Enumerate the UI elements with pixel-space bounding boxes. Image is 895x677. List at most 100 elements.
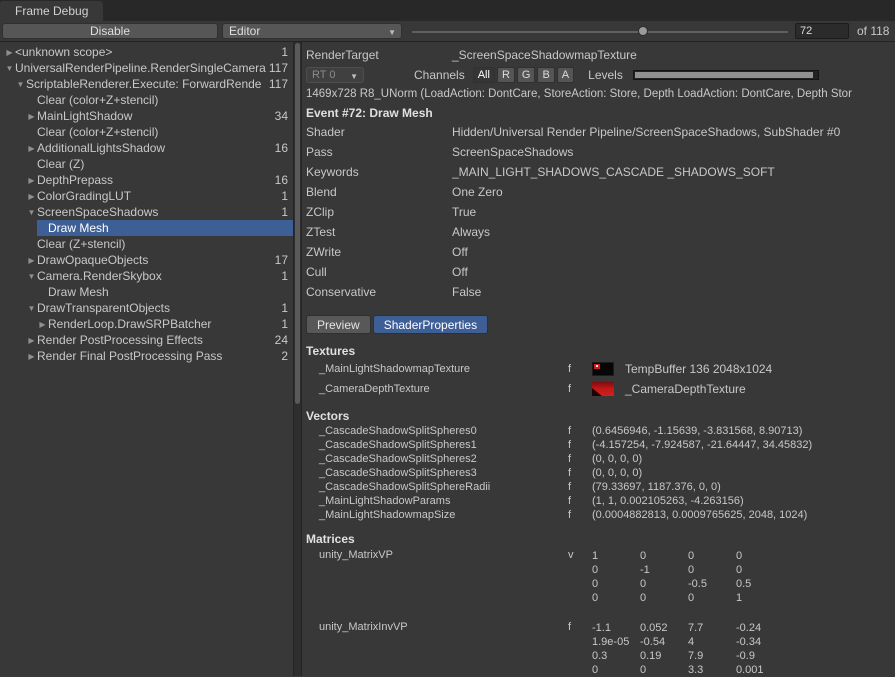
matrix-cell: 0.19 bbox=[640, 649, 688, 663]
tree-item-label: Render PostProcessing Effects bbox=[37, 333, 275, 347]
foldout-collapsed-icon[interactable]: ▶ bbox=[37, 320, 48, 329]
matrix-cell: 0.001 bbox=[736, 663, 784, 676]
vector-value: (79.33697, 1187.376, 0, 0) bbox=[592, 481, 721, 493]
foldout-collapsed-icon[interactable]: ▶ bbox=[26, 352, 37, 361]
frame-number-input[interactable] bbox=[795, 23, 849, 39]
tree-item[interactable]: Clear (color+Z+stencil) bbox=[0, 124, 293, 140]
texture-type: f bbox=[568, 363, 592, 375]
disable-button[interactable]: Disable bbox=[2, 23, 218, 39]
vector-row: _CascadeShadowSplitSpheres0f(0.6456946, … bbox=[306, 424, 895, 438]
tab-shaderproperties[interactable]: ShaderProperties bbox=[373, 315, 488, 334]
rt-index-dropdown[interactable]: RT 0 ▼ bbox=[306, 67, 364, 83]
tree-item[interactable]: ▼UniversalRenderPipeline.RenderSingleCam… bbox=[0, 60, 293, 76]
foldout-collapsed-icon[interactable]: ▶ bbox=[26, 176, 37, 185]
tree-item[interactable]: ▼ScriptableRenderer.Execute: ForwardRend… bbox=[0, 76, 293, 92]
channel-all-button[interactable]: All bbox=[473, 67, 495, 83]
tree-item[interactable]: ▶Render PostProcessing Effects24 bbox=[0, 332, 293, 348]
vector-name: _CascadeShadowSplitSpheres0 bbox=[306, 425, 568, 437]
tree-item[interactable]: ▶ColorGradingLUT1 bbox=[0, 188, 293, 204]
channel-b-button[interactable]: B bbox=[537, 67, 554, 83]
frame-slider-track[interactable] bbox=[412, 31, 788, 33]
frame-debugger-window: Frame Debug Disable Editor ▼ of 118 ▶<un… bbox=[0, 0, 895, 677]
texture-thumbnail[interactable] bbox=[592, 382, 614, 396]
property-label: Blend bbox=[306, 185, 452, 199]
tree-item-label: Camera.RenderSkybox bbox=[37, 269, 281, 283]
tree-item[interactable]: ▶Render Final PostProcessing Pass2 bbox=[0, 348, 293, 364]
levels-fill[interactable] bbox=[635, 72, 813, 78]
property-label: Keywords bbox=[306, 165, 452, 179]
tab-frame-debug[interactable]: Frame Debug bbox=[0, 1, 103, 21]
channels-label: Channels bbox=[414, 68, 465, 82]
foldout-collapsed-icon[interactable]: ▶ bbox=[26, 192, 37, 201]
tab-frame-debug-label: Frame Debug bbox=[15, 4, 88, 18]
foldout-collapsed-icon[interactable]: ▶ bbox=[26, 144, 37, 153]
foldout-collapsed-icon[interactable]: ▶ bbox=[26, 112, 37, 121]
matrix-name: unity_MatrixVP bbox=[306, 549, 568, 561]
channel-g-button[interactable]: G bbox=[517, 67, 536, 83]
render-target-value: _ScreenSpaceShadowmapTexture bbox=[452, 48, 637, 62]
tree-item[interactable]: ▶DepthPrepass16 bbox=[0, 172, 293, 188]
matrix-cell: -1 bbox=[640, 563, 688, 577]
tree-item[interactable]: Draw Mesh bbox=[0, 284, 293, 300]
foldout-expanded-icon[interactable]: ▼ bbox=[26, 304, 37, 313]
foldout-collapsed-icon[interactable]: ▶ bbox=[26, 336, 37, 345]
tree-scrollbar[interactable] bbox=[293, 42, 301, 676]
tree-item[interactable]: ▼ScreenSpaceShadows1 bbox=[0, 204, 293, 220]
foldout-collapsed-icon[interactable]: ▶ bbox=[26, 256, 37, 265]
channel-a-button[interactable]: A bbox=[557, 67, 574, 83]
tree-item-label: AdditionalLightsShadow bbox=[37, 141, 275, 155]
foldout-expanded-icon[interactable]: ▼ bbox=[4, 64, 15, 73]
tree-item[interactable]: ▶RenderLoop.DrawSRPBatcher1 bbox=[0, 316, 293, 332]
vector-name: _CascadeShadowSplitSpheres3 bbox=[306, 467, 568, 479]
frame-total-label: of 118 bbox=[857, 24, 889, 38]
vector-row: _CascadeShadowSplitSpheres1f(-4.157254, … bbox=[306, 438, 895, 452]
tree-item[interactable]: Clear (Z+stencil) bbox=[0, 236, 293, 252]
chevron-down-icon: ▼ bbox=[350, 72, 358, 81]
foldout-collapsed-icon[interactable]: ▶ bbox=[4, 48, 15, 57]
tree-item-count: 1 bbox=[281, 189, 293, 203]
foldout-expanded-icon[interactable]: ▼ bbox=[26, 272, 37, 281]
frame-slider-thumb[interactable] bbox=[638, 26, 648, 36]
property-label: Cull bbox=[306, 265, 452, 279]
tree-item[interactable]: ▶MainLightShadow34 bbox=[0, 108, 293, 124]
channel-buttons: AllRGBA bbox=[473, 67, 576, 83]
property-value: _MAIN_LIGHT_SHADOWS_CASCADE _SHADOWS_SOF… bbox=[452, 165, 775, 179]
tree-item-count: 2 bbox=[281, 349, 293, 363]
tree-item[interactable]: ▶<unknown scope>1 bbox=[0, 44, 293, 60]
matrix-type: f bbox=[568, 621, 592, 633]
matrix-cell: 0 bbox=[736, 563, 784, 577]
matrix-cell: 0 bbox=[592, 663, 640, 676]
render-target-label: RenderTarget bbox=[306, 48, 452, 62]
property-value: Hidden/Universal Render Pipeline/ScreenS… bbox=[452, 125, 840, 139]
tree-item-count: 16 bbox=[275, 141, 293, 155]
property-label: ZTest bbox=[306, 225, 452, 239]
tree-item-label: ColorGradingLUT bbox=[37, 189, 281, 203]
tree-item[interactable]: Clear (color+Z+stencil) bbox=[0, 92, 293, 108]
detail-tabs: PreviewShaderProperties bbox=[306, 315, 895, 334]
frame-slider[interactable] bbox=[412, 21, 788, 42]
channels-row: RT 0 ▼ Channels AllRGBA Levels bbox=[306, 64, 895, 86]
levels-slider[interactable] bbox=[633, 70, 819, 80]
foldout-expanded-icon[interactable]: ▼ bbox=[26, 208, 37, 217]
tree-item-label: MainLightShadow bbox=[37, 109, 275, 123]
tree-item[interactable]: ▼Camera.RenderSkybox1 bbox=[0, 268, 293, 284]
event-title: Event #72: Draw Mesh bbox=[306, 104, 895, 122]
tree-item[interactable]: ▶AdditionalLightsShadow16 bbox=[0, 140, 293, 156]
texture-thumbnail[interactable] bbox=[592, 362, 614, 376]
texture-value: TempBuffer 136 2048x1024 bbox=[625, 362, 772, 376]
tree-item[interactable]: ▼DrawTransparentObjects1 bbox=[0, 300, 293, 316]
target-dropdown[interactable]: Editor ▼ bbox=[222, 23, 402, 39]
matrix-cell: -0.5 bbox=[688, 577, 736, 591]
channel-r-button[interactable]: R bbox=[497, 67, 515, 83]
texture-row: _MainLightShadowmapTexturefTempBuffer 13… bbox=[306, 359, 895, 379]
render-target-row: RenderTarget _ScreenSpaceShadowmapTextur… bbox=[306, 46, 895, 64]
foldout-expanded-icon[interactable]: ▼ bbox=[15, 80, 26, 89]
matrix-row: unity_MatrixInvVPf-1.10.0527.7-0.241.9e-… bbox=[306, 621, 895, 676]
tree-item[interactable]: ▶DrawOpaqueObjects17 bbox=[0, 252, 293, 268]
tree-scrollbar-thumb[interactable] bbox=[295, 43, 300, 404]
property-row: PassScreenSpaceShadows bbox=[306, 142, 895, 162]
tree-item[interactable]: Clear (Z) bbox=[0, 156, 293, 172]
disable-button-label: Disable bbox=[90, 24, 130, 38]
tab-preview[interactable]: Preview bbox=[306, 315, 371, 334]
tree-item[interactable]: Draw Mesh bbox=[0, 220, 293, 236]
